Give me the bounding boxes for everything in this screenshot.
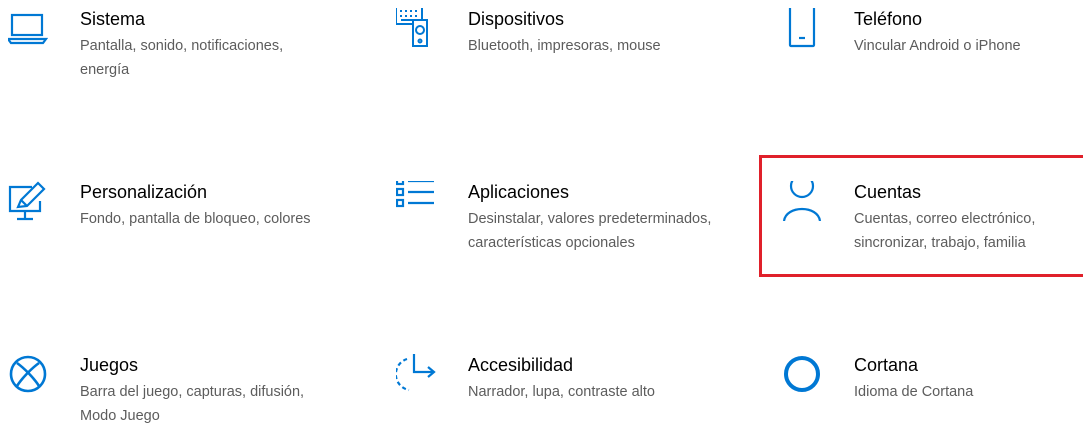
tile-description: Vincular Android o iPhone (854, 38, 1021, 54)
tile-description: Desinstalar, valores predeterminados, ca… (468, 211, 712, 251)
tile-title: Cuentas (854, 182, 922, 202)
devices-icon (396, 8, 436, 48)
tile-title: Personalización (80, 182, 208, 202)
tile-sistema[interactable]: Sistema Pantalla, sonido, notificaciones… (8, 8, 338, 98)
tile-personalizacion[interactable]: Personalización Fondo, pantalla de bloqu… (8, 181, 338, 271)
tile-juegos[interactable]: Juegos Barra del juego, capturas, difusi… (8, 354, 338, 424)
tile-title: Juegos (80, 355, 139, 375)
tile-title: Cortana (854, 355, 919, 375)
tile-accesibilidad[interactable]: Accesibilidad Narrador, lupa, contraste … (396, 354, 726, 424)
tile-title: Aplicaciones (468, 182, 570, 202)
tile-title: Teléfono (854, 9, 923, 29)
tile-description: Barra del juego, capturas, difusión, Mod… (80, 384, 305, 424)
tile-dispositivos[interactable]: Dispositivos Bluetooth, impresoras, mous… (396, 8, 726, 98)
tile-telefono[interactable]: Teléfono Vincular Android o iPhone (782, 8, 1082, 98)
tile-description: Bluetooth, impresoras, mouse (468, 38, 661, 54)
tile-title: Dispositivos (468, 9, 565, 29)
tile-description: Fondo, pantalla de bloqueo, colores (80, 211, 311, 227)
tile-cuentas[interactable]: Cuentas Cuentas, correo electrónico, sin… (782, 181, 1082, 271)
apps-list-icon (396, 181, 436, 221)
accessibility-icon (396, 354, 436, 394)
tile-title: Accesibilidad (468, 355, 574, 375)
tile-description: Cuentas, correo electrónico, sincronizar… (854, 211, 1036, 251)
laptop-icon (8, 8, 48, 48)
tile-title: Sistema (80, 9, 146, 29)
tile-description: Idioma de Cortana (854, 384, 974, 400)
personalization-icon (8, 181, 48, 221)
cortana-icon (782, 354, 822, 394)
phone-icon (782, 8, 822, 48)
xbox-icon (8, 354, 48, 394)
tile-description: Pantalla, sonido, notificaciones, energí… (80, 38, 284, 78)
person-icon (782, 181, 822, 221)
tile-cortana[interactable]: Cortana Idioma de Cortana (782, 354, 1082, 424)
tile-description: Narrador, lupa, contraste alto (468, 384, 655, 400)
tile-aplicaciones[interactable]: Aplicaciones Desinstalar, valores predet… (396, 181, 726, 291)
